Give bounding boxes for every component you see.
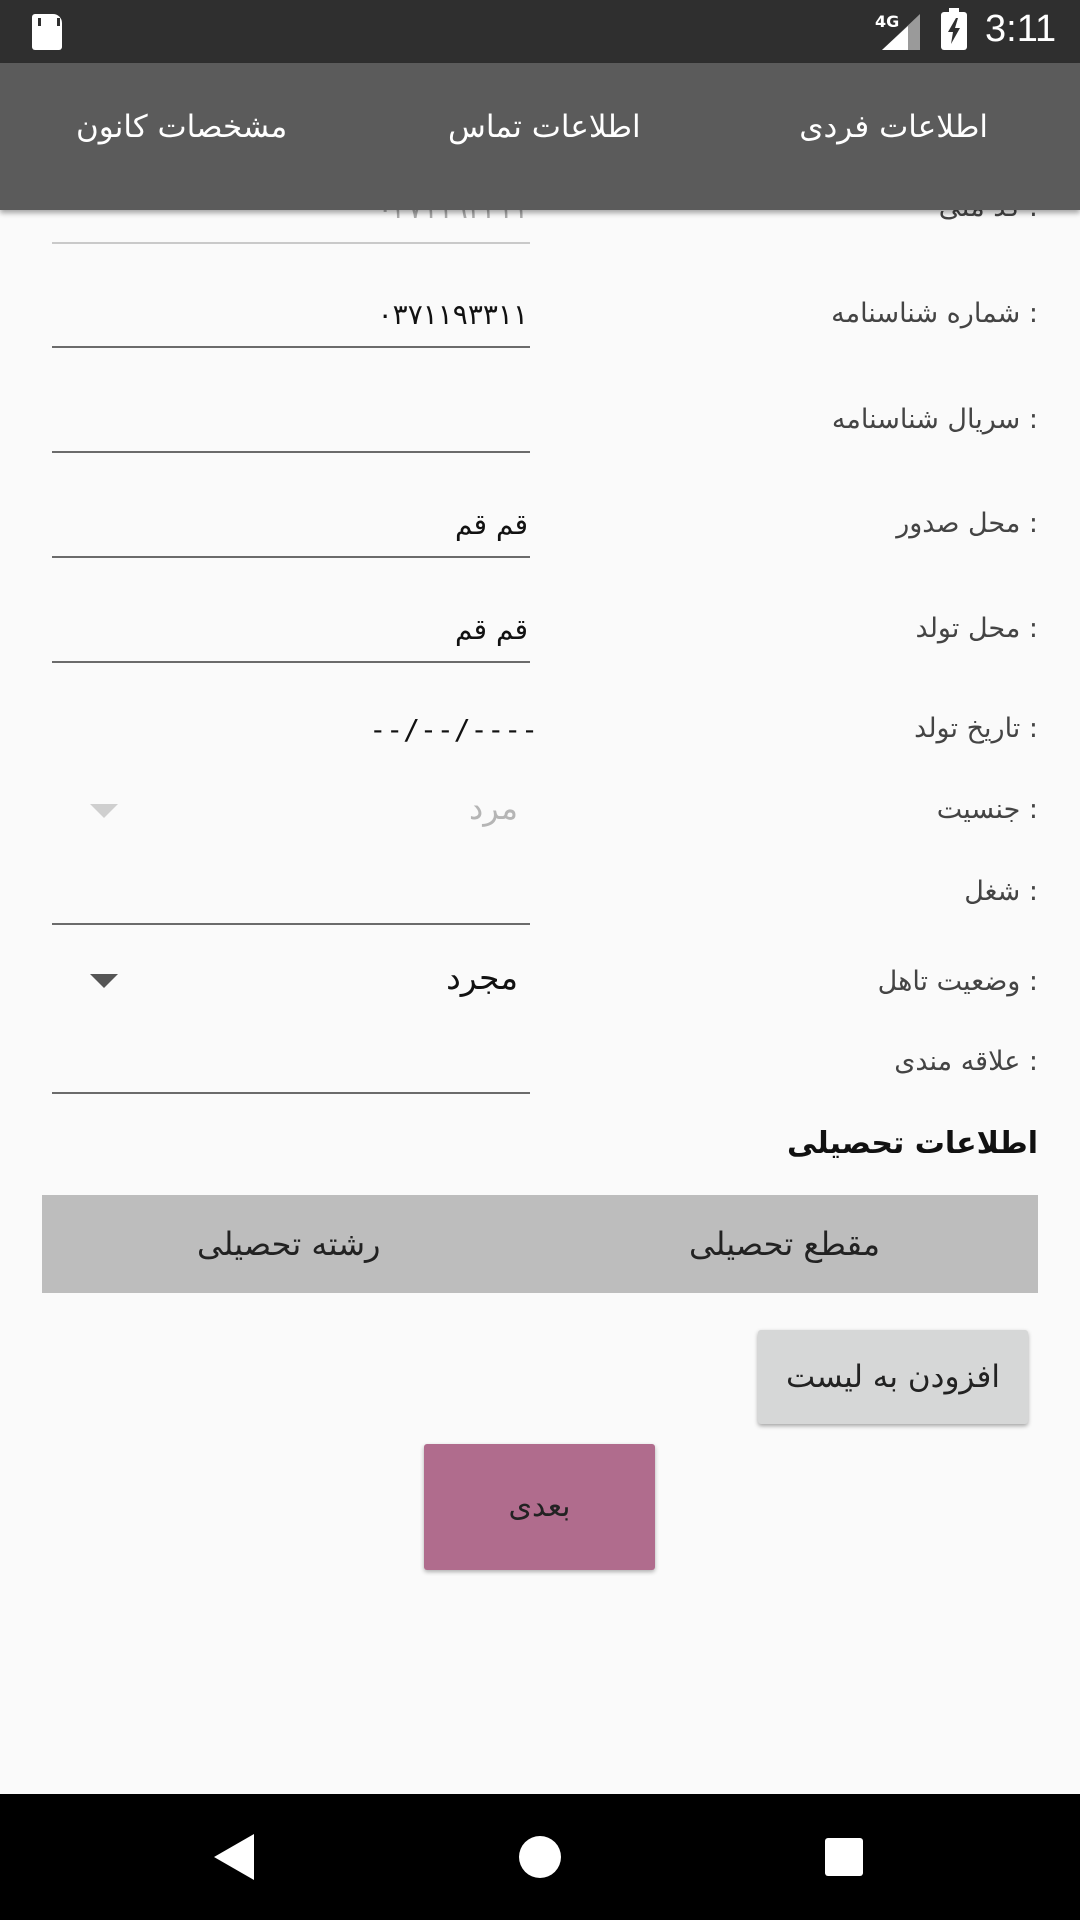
personal-info-form: کد ملی : ۰۳۷۱۱۹۳۳۱۱ شماره شناسنامه : ۰۳۷… bbox=[0, 0, 1080, 1920]
back-icon[interactable] bbox=[214, 1834, 254, 1880]
home-icon[interactable] bbox=[519, 1836, 561, 1878]
birth-date-label: تاریخ تولد : bbox=[914, 713, 1038, 744]
recent-apps-icon[interactable] bbox=[825, 1838, 863, 1876]
tab-center-details[interactable]: مشخصات کانون bbox=[76, 109, 287, 145]
gender-value: مرد bbox=[468, 789, 518, 827]
issue-place-label: محل صدور : bbox=[896, 508, 1038, 539]
issue-place-input[interactable]: قم قم bbox=[455, 508, 528, 541]
education-section-title: اطلاعات تحصیلی bbox=[787, 1126, 1038, 1161]
id-number-label: شماره شناسنامه : bbox=[831, 298, 1038, 329]
birth-place-label: محل تولد : bbox=[915, 613, 1038, 644]
job-underline bbox=[52, 923, 530, 925]
interests-underline bbox=[52, 1092, 530, 1094]
education-level-column-header: مقطع تحصیلی bbox=[688, 1225, 880, 1263]
birth-date-picker[interactable]: --/--/---- bbox=[369, 713, 538, 746]
navigation-bar bbox=[0, 1794, 1080, 1920]
id-number-underline bbox=[52, 346, 530, 348]
gender-label: جنسیت : bbox=[936, 794, 1038, 825]
interests-label: علاقه مندی : bbox=[894, 1046, 1038, 1077]
tab-personal-info[interactable]: اطلاعات فردی bbox=[799, 109, 988, 145]
tab-bar: اطلاعات فردی اطلاعات تماس مشخصات کانون bbox=[0, 63, 1080, 210]
job-label: شغل : bbox=[964, 876, 1038, 907]
birth-place-underline bbox=[52, 661, 530, 663]
tab-contact-info[interactable]: اطلاعات تماس bbox=[448, 109, 641, 145]
marital-status-value: مجرد bbox=[446, 958, 518, 997]
id-serial-label: سریال شناسنامه : bbox=[831, 404, 1038, 435]
id-serial-underline bbox=[52, 451, 530, 453]
next-button[interactable]: بعدی bbox=[424, 1444, 655, 1570]
marital-status-label: وضعیت تاهل : bbox=[877, 966, 1038, 997]
education-field-column-header: رشته تحصیلی bbox=[197, 1225, 381, 1263]
marital-status-dropdown-arrow-icon bbox=[90, 974, 118, 988]
add-to-list-button[interactable]: افزودن به لیست bbox=[758, 1330, 1028, 1424]
issue-place-underline bbox=[52, 556, 530, 558]
national-code-underline bbox=[52, 242, 530, 244]
gender-dropdown-arrow-icon bbox=[90, 804, 118, 818]
id-number-input[interactable]: ۰۳۷۱۱۹۳۳۱۱ bbox=[378, 298, 528, 331]
education-table-header: مقطع تحصیلی رشته تحصیلی bbox=[42, 1195, 1038, 1293]
birth-place-input[interactable]: قم قم bbox=[455, 613, 528, 646]
